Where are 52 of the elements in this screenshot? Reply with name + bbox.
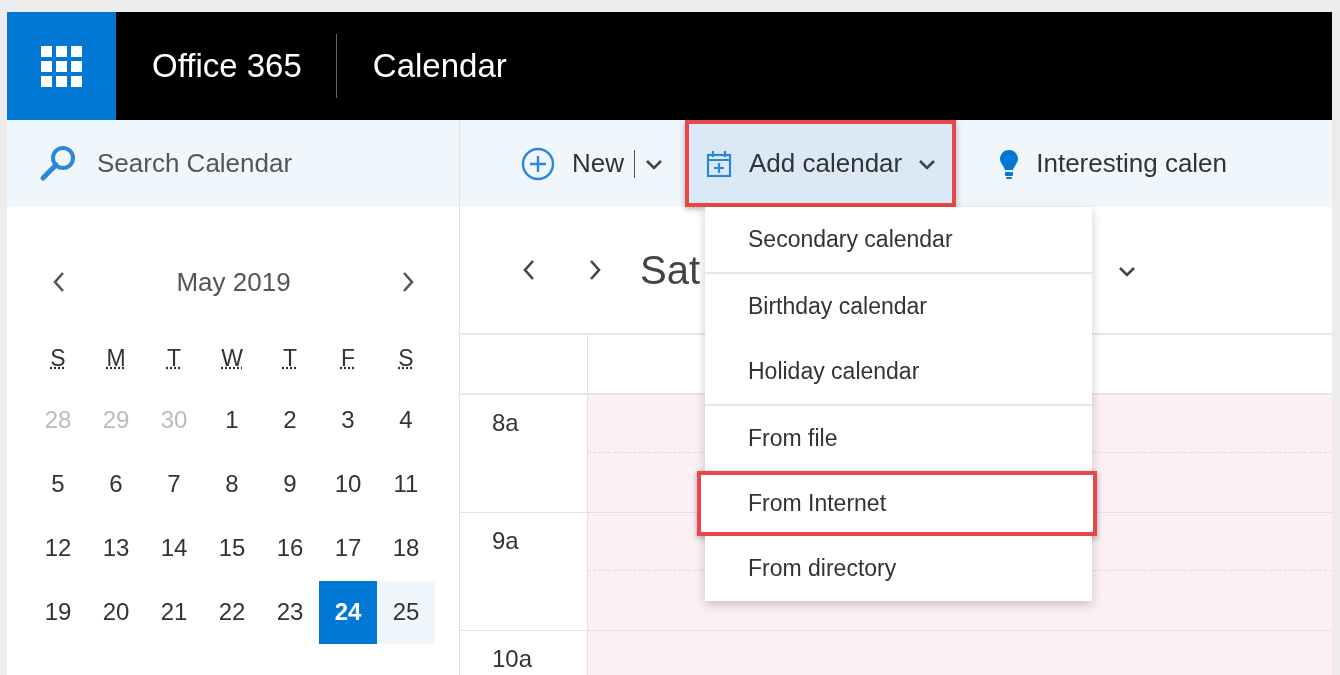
menu-item[interactable]: From directory — [705, 536, 1092, 601]
app-title: Calendar — [371, 46, 507, 87]
weekday-label: W — [220, 343, 244, 373]
calendar-day[interactable]: 14 — [145, 516, 203, 580]
calendar-day[interactable]: 6 — [87, 452, 145, 516]
menu-item[interactable]: Birthday calendar — [705, 274, 1092, 339]
calendar-add-icon — [705, 148, 733, 179]
calendar-day[interactable]: 10 — [319, 452, 377, 516]
weekday-label: F — [339, 343, 357, 373]
calendar-day[interactable]: 24 — [319, 580, 377, 644]
toolbar-button[interactable]: Interesting calen — [982, 120, 1244, 207]
calendar-day[interactable]: 11 — [377, 452, 435, 516]
toolbar-button[interactable]: Add calendar — [685, 120, 957, 207]
calendar-day[interactable]: 21 — [145, 580, 203, 644]
lightbulb-icon — [998, 147, 1021, 180]
calendar-day[interactable]: 9 — [261, 452, 319, 516]
calendar-day[interactable]: 3 — [319, 388, 377, 452]
calendar-day[interactable]: 7 — [145, 452, 203, 516]
weekday-label: T — [165, 343, 183, 373]
calendar-day[interactable]: 22 — [203, 580, 261, 644]
menu-item[interactable]: Secondary calendar — [705, 207, 1092, 272]
calendar-day[interactable]: 20 — [87, 580, 145, 644]
app-launcher-button[interactable] — [7, 12, 116, 120]
menu-item[interactable]: From Internet — [697, 471, 1097, 536]
calendar-day[interactable]: 13 — [87, 516, 145, 580]
weekday-label: M — [105, 343, 127, 373]
date-title: Sat — [640, 247, 701, 294]
search-field[interactable]: Search Calendar — [95, 143, 415, 184]
calendar-day[interactable]: 18 — [377, 516, 435, 580]
calendar-day[interactable]: 4 — [377, 388, 435, 452]
calendar-day[interactable]: 5 — [29, 452, 87, 516]
calendar-day[interactable]: 16 — [261, 516, 319, 580]
weekday-label: T — [281, 343, 299, 373]
calendar-day[interactable]: 12 — [29, 516, 87, 580]
calendar-day[interactable]: 17 — [319, 516, 377, 580]
calendar-day[interactable]: 23 — [261, 580, 319, 644]
calendar-day[interactable]: 15 — [203, 516, 261, 580]
menu-item[interactable]: From file — [705, 406, 1092, 471]
calendar-day[interactable]: 8 — [203, 452, 261, 516]
calendar-day[interactable]: 1 — [203, 388, 261, 452]
menu-item[interactable]: Holiday calendar — [705, 339, 1092, 404]
weekday-label: S — [397, 343, 415, 373]
calendar-day[interactable]: 2 — [261, 388, 319, 452]
plus-circle-icon — [520, 145, 556, 182]
brand-name: Office 365 — [116, 34, 337, 98]
toolbar-button[interactable]: New — [504, 120, 685, 207]
weekday-label: S — [49, 343, 67, 373]
month-title: May 2019 — [176, 265, 291, 299]
calendar-day[interactable]: 19 — [29, 580, 87, 644]
search-bar[interactable]: Search Calendar — [7, 120, 459, 207]
calendar-day[interactable]: 25 — [377, 580, 435, 644]
waffle-icon — [41, 45, 82, 87]
